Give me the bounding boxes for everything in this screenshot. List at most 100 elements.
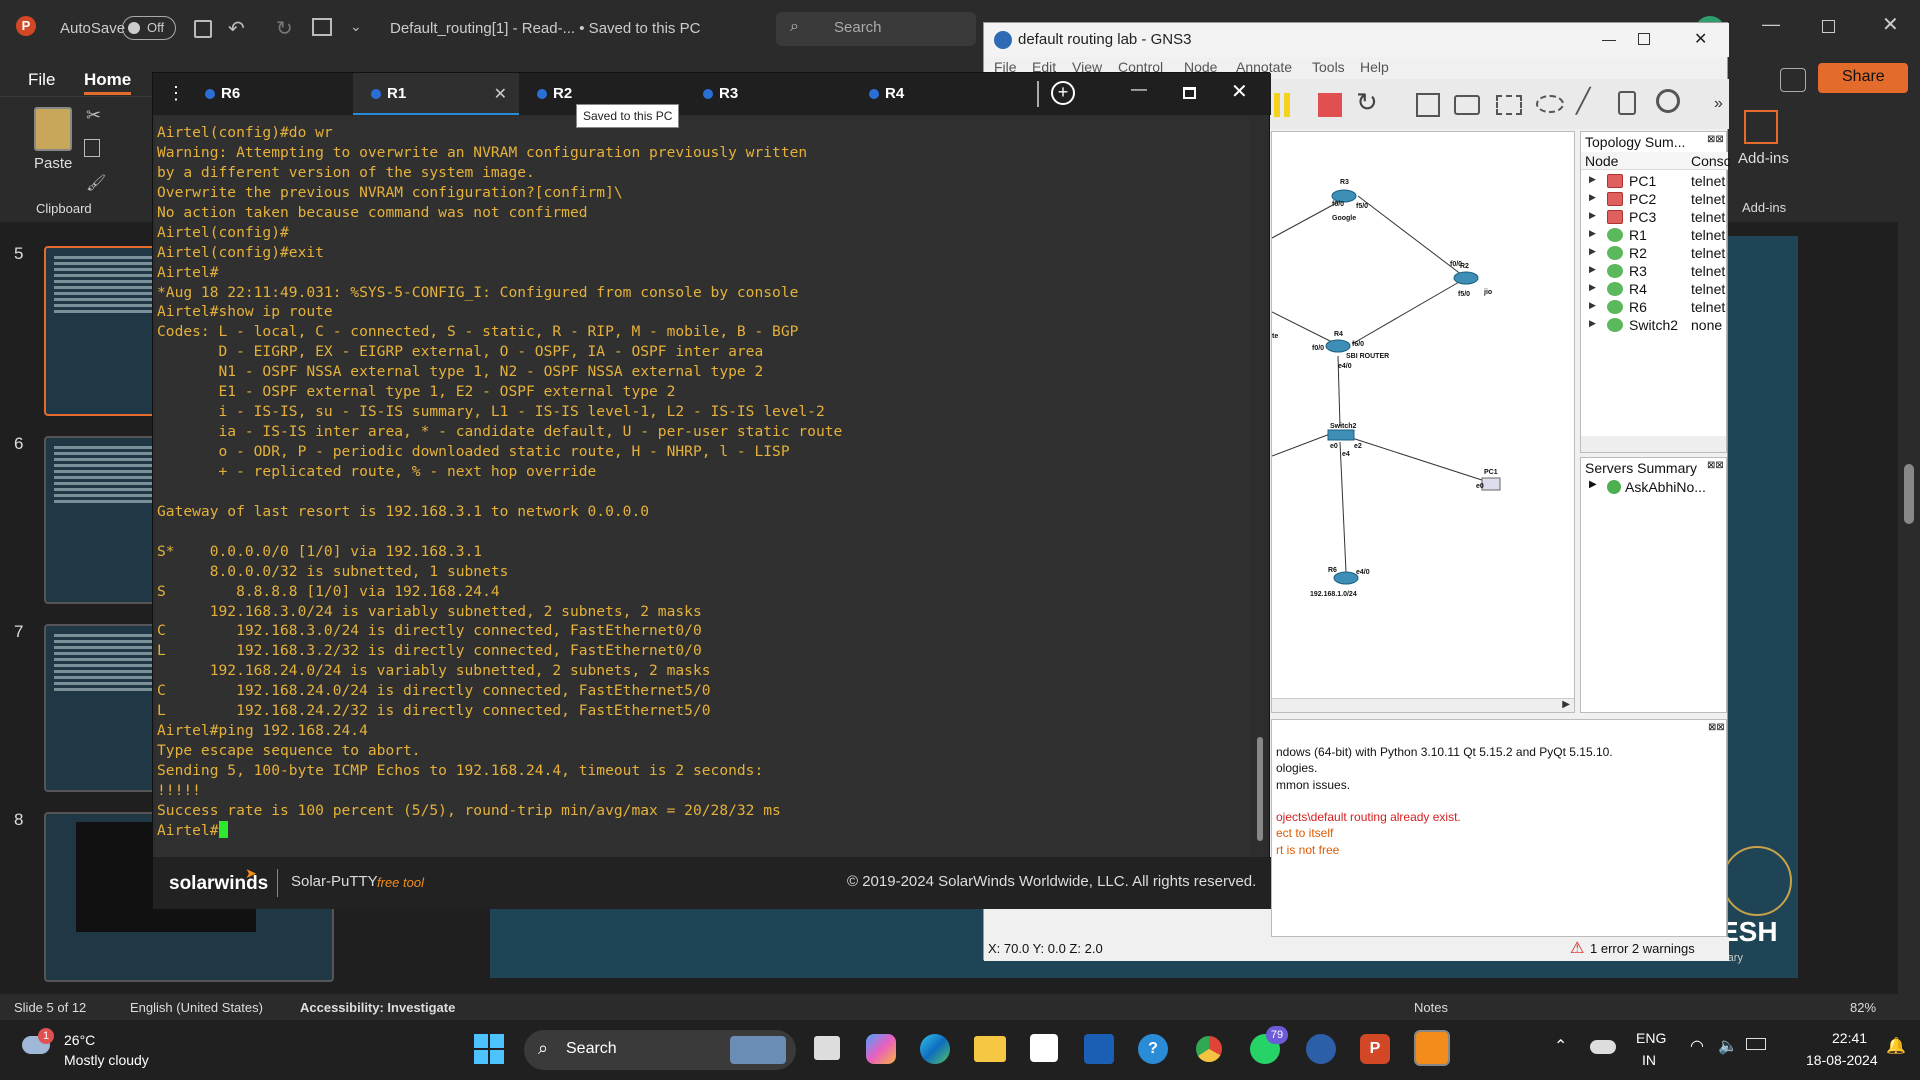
chrome-icon[interactable] (1194, 1034, 1224, 1064)
language-indicator[interactable]: English (United States) (130, 1000, 263, 1015)
menu-home[interactable]: Home (84, 70, 132, 95)
router-icon[interactable] (1453, 271, 1479, 285)
expand-arrow-icon[interactable]: ▶ (1589, 246, 1596, 257)
addins-icon[interactable] (1744, 110, 1778, 144)
tabs-menu-icon[interactable]: ⋮ (167, 83, 185, 104)
putty-maximize-icon[interactable] (1183, 87, 1196, 99)
copilot-icon[interactable] (866, 1034, 896, 1064)
tab-r1[interactable]: R1 ✕ (353, 73, 519, 115)
save-icon[interactable] (194, 20, 212, 38)
topology-node-row[interactable]: ▶ R3 telnet (1581, 262, 1728, 280)
slide-scrollbar[interactable] (1898, 222, 1920, 994)
router-icon[interactable] (1325, 339, 1351, 353)
reload-all-icon[interactable]: ↻ (1356, 87, 1378, 118)
redo-icon[interactable]: ↻ (276, 16, 293, 41)
help-icon[interactable]: ? (1138, 1034, 1168, 1064)
putty-minimize-icon[interactable]: — (1131, 81, 1147, 99)
expand-arrow-icon[interactable]: ▶ (1589, 282, 1596, 293)
insert-picture-icon[interactable] (1454, 95, 1480, 115)
col-node-header[interactable]: Node (1585, 153, 1618, 169)
onedrive-icon[interactable] (1590, 1040, 1616, 1054)
errors-warnings-status[interactable]: 1 error 2 warnings (1590, 941, 1695, 956)
undo-icon[interactable]: ↶ (228, 16, 245, 41)
gns3-menu-tools[interactable]: Tools (1312, 59, 1345, 75)
notification-icon[interactable]: 🔔 (1886, 1036, 1906, 1056)
topology-node-row[interactable]: ▶ PC1 telnet (1581, 172, 1728, 190)
close-icon[interactable]: ✕ (1882, 12, 1899, 37)
expand-arrow-icon[interactable]: ▶ (1589, 192, 1596, 203)
notes-button[interactable]: Notes (1414, 1000, 1448, 1015)
menu-file[interactable]: File (28, 70, 55, 90)
share-button[interactable]: Share (1818, 63, 1908, 93)
terminal-output[interactable]: Airtel(config)#do wr Warning: Attempting … (155, 117, 1249, 857)
scroll-thumb[interactable] (1904, 464, 1914, 524)
pc-icon[interactable] (1481, 477, 1501, 491)
expand-arrow-icon[interactable]: ▶ (1589, 318, 1596, 329)
zoom-level[interactable]: 82% (1850, 1000, 1876, 1015)
tab-r6[interactable]: R6 (187, 73, 353, 115)
topology-node-row[interactable]: ▶ R6 telnet (1581, 298, 1728, 316)
zoom-in-icon[interactable] (1656, 89, 1680, 113)
putty-close-icon[interactable]: ✕ (1231, 79, 1248, 104)
gns3-menu-help[interactable]: Help (1360, 59, 1389, 75)
autosave-toggle[interactable]: Off (122, 16, 176, 40)
expand-arrow-icon[interactable]: ▶ (1589, 479, 1597, 490)
topology-node-row[interactable]: ▶ PC3 telnet (1581, 208, 1728, 226)
topology-node-row[interactable]: ▶ Switch2 none (1581, 316, 1728, 334)
new-session-icon[interactable]: + (1051, 81, 1075, 105)
language-bottom[interactable]: IN (1642, 1052, 1656, 1068)
stop-all-icon[interactable] (1318, 93, 1342, 117)
tab-r3[interactable]: R3 (685, 73, 851, 115)
close-tab-icon[interactable]: ✕ (494, 84, 507, 104)
gns3-minimize-icon[interactable]: — (1602, 31, 1616, 47)
scroll-thumb[interactable] (1257, 737, 1263, 841)
panel-close-icon[interactable]: ⊠⊠ (1707, 134, 1724, 145)
scroll-right-icon[interactable]: ▶ (1562, 699, 1570, 710)
terminal-scrollbar[interactable] (1253, 117, 1269, 857)
expand-arrow-icon[interactable]: ▶ (1589, 210, 1596, 221)
draw-ellipse-icon[interactable] (1536, 95, 1564, 113)
start-button-icon[interactable] (474, 1034, 504, 1064)
topology-node-row[interactable]: ▶ PC2 telnet (1581, 190, 1728, 208)
expand-arrow-icon[interactable]: ▶ (1589, 174, 1596, 185)
minimize-icon[interactable]: — (1762, 14, 1780, 35)
edge-icon[interactable] (920, 1034, 950, 1064)
draw-line-icon[interactable]: ╱ (1576, 87, 1590, 116)
tab-r4[interactable]: R4 (851, 73, 1017, 115)
gns3-taskbar-icon[interactable] (1306, 1034, 1336, 1064)
topology-canvas[interactable]: R3 Google f0/0 f5/0 f0/0 R2 f5/0 jio R4 … (1271, 131, 1575, 713)
topology-node-row[interactable]: ▶ R4 telnet (1581, 280, 1728, 298)
panel-close-icon[interactable]: ⊠⊠ (1707, 460, 1724, 471)
format-painter-icon[interactable]: 🖌 (86, 173, 106, 193)
switch-icon[interactable] (1327, 429, 1355, 441)
clock-time[interactable]: 22:41 (1832, 1030, 1867, 1046)
paste-label[interactable]: Paste (34, 155, 72, 172)
expand-arrow-icon[interactable]: ▶ (1589, 228, 1596, 239)
gns3-maximize-icon[interactable] (1638, 33, 1650, 45)
router-icon[interactable] (1333, 571, 1359, 585)
volume-icon[interactable]: 🔈 (1718, 1036, 1738, 1056)
powerpoint-taskbar-icon[interactable]: P (1360, 1034, 1390, 1064)
draw-rectangle-icon[interactable] (1496, 95, 1522, 115)
terminal-prompt-line[interactable]: Airtel# (157, 820, 1249, 841)
tray-overflow-icon[interactable]: ⌃ (1554, 1036, 1567, 1056)
language-top[interactable]: ENG (1636, 1030, 1666, 1046)
battery-icon[interactable] (1746, 1038, 1766, 1050)
weather-widget[interactable]: 1 26°C Mostly cloudy (18, 1026, 178, 1076)
addins-label[interactable]: Add-ins (1738, 150, 1789, 167)
panel-close-icon[interactable]: ⊠⊠ (1708, 722, 1725, 733)
add-note-icon[interactable] (1416, 93, 1440, 117)
server-row[interactable]: ▶ AskAbhiNo... (1581, 478, 1728, 496)
canvas-hscrollbar[interactable]: ▶ (1272, 698, 1574, 712)
topology-hscrollbar[interactable] (1581, 436, 1726, 452)
ppt-search-box[interactable]: ⌕ Search (776, 12, 976, 46)
paste-icon[interactable] (34, 107, 72, 151)
topology-node-row[interactable]: ▶ R1 telnet (1581, 226, 1728, 244)
taskbar-search-box[interactable]: ⌕ Search (524, 1030, 796, 1070)
store-icon[interactable] (1030, 1034, 1058, 1062)
restore-icon[interactable] (1822, 20, 1835, 33)
task-view-icon[interactable] (814, 1036, 840, 1060)
lock-icon[interactable] (1618, 91, 1636, 115)
accessibility-indicator[interactable]: Accessibility: Investigate (300, 1000, 455, 1015)
copy-icon[interactable] (84, 139, 100, 157)
